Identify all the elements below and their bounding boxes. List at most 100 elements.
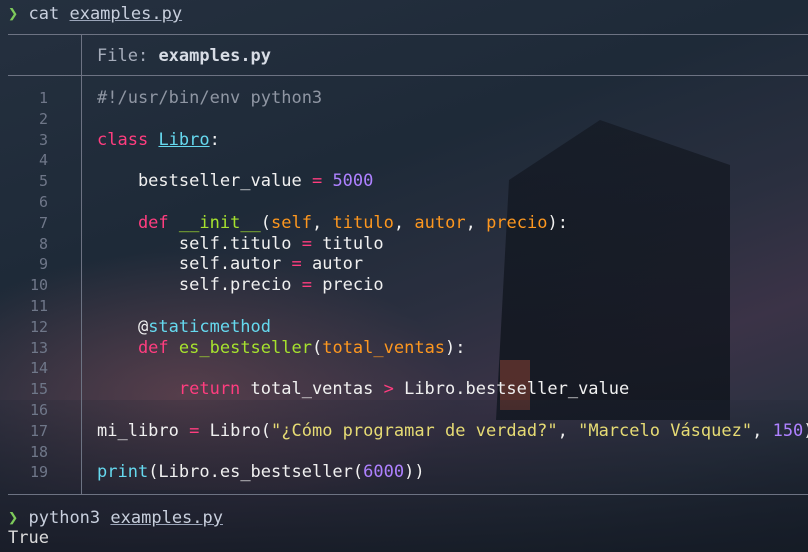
line-number-gutter: 1 2 3 4 5 6 7 8 9 10 11 12 13 14 15 16 1…: [18, 88, 48, 483]
line-number: 6: [38, 192, 48, 211]
keyword: def: [97, 212, 169, 233]
line-number: 1: [38, 89, 48, 107]
identifier: Libro(: [199, 420, 272, 441]
command-name: python3: [28, 508, 101, 528]
line-number: 18: [29, 442, 48, 461]
line-number: 14: [29, 359, 48, 378]
prompt-chevron-icon: ❯: [8, 4, 19, 24]
line-number: 16: [29, 400, 48, 419]
line-number: 15: [29, 380, 48, 399]
operator: =: [189, 420, 200, 441]
parameter: precio: [486, 212, 548, 233]
file-label: File:: [97, 46, 149, 66]
number-literal: 5000: [332, 171, 374, 192]
punctuation: (: [260, 212, 272, 233]
number-literal: 150: [772, 420, 804, 441]
line-number: 2: [38, 109, 48, 128]
code-line-10: self.precio = precio: [97, 275, 808, 296]
decorator-at: @: [97, 316, 149, 337]
punctuation: (: [352, 462, 364, 483]
identifier: es_bestseller: [219, 462, 353, 483]
operator: =: [301, 233, 312, 254]
prompt-chevron-icon: ❯: [8, 508, 19, 528]
identifier: titulo: [311, 233, 384, 254]
punctuation: ):: [547, 212, 568, 233]
code-line-15: return total_ventas > Libro.bestseller_v…: [97, 379, 808, 400]
function-name: es_bestseller: [178, 337, 312, 358]
gutter-divider: [81, 35, 82, 494]
code-line-5: bestseller_value = 5000: [97, 171, 808, 192]
code-line-7: def __init__(self, titulo, autor, precio…: [97, 213, 808, 234]
frame-bottom-border: [8, 494, 808, 495]
code-line-1: #!/usr/bin/env python3: [97, 88, 808, 109]
identifier: self.titulo: [97, 233, 302, 254]
line-number: 5: [38, 172, 48, 191]
frame-top-border: [8, 34, 808, 35]
line-number: 19: [29, 463, 48, 482]
punctuation: ,: [557, 420, 579, 441]
file-header: File: examples.py: [97, 46, 271, 66]
identifier: bestseller_value: [97, 171, 312, 192]
parameter: self: [271, 212, 312, 233]
function-name: __init__: [178, 212, 261, 233]
string-literal: "¿Cómo programar de verdad?": [271, 420, 558, 441]
keyword: return: [97, 379, 241, 400]
identifier: mi_libro: [97, 420, 190, 441]
class-name: Libro: [158, 129, 210, 150]
file-path-link[interactable]: examples.py: [110, 508, 223, 528]
frame-header-divider: [8, 75, 808, 76]
identifier: self.precio: [97, 275, 302, 296]
line-number: 13: [29, 338, 48, 357]
keyword: class: [97, 129, 149, 150]
keyword: def: [97, 337, 169, 358]
identifier: total_ventas: [240, 379, 384, 400]
line-number: 10: [29, 276, 48, 295]
line-number: 3: [38, 130, 48, 149]
punctuation: (: [311, 337, 323, 358]
operator: =: [301, 275, 312, 296]
identifier: autor: [301, 254, 364, 275]
operator: =: [291, 254, 302, 275]
punctuation: ,: [465, 212, 487, 233]
command-output: True: [8, 528, 49, 548]
command-line-cat: ❯ cat examples.py: [8, 4, 182, 24]
line-number: 7: [38, 213, 48, 232]
line-number: 4: [38, 151, 48, 170]
operator: >: [383, 379, 394, 400]
line-number: 12: [29, 317, 48, 336]
line-number: 17: [29, 421, 48, 440]
punctuation: ,: [312, 212, 333, 233]
code-line-19: print(Libro.es_bestseller(6000)): [97, 462, 808, 483]
identifier: Libro.bestseller_value: [393, 379, 630, 400]
code-line-12: @staticmethod: [97, 317, 808, 338]
identifier: self.autor: [97, 254, 292, 275]
file-name: examples.py: [158, 46, 272, 66]
code-line-8: self.titulo = titulo: [97, 234, 808, 255]
decorator-name: staticmethod: [148, 316, 272, 337]
line-number: 11: [29, 296, 48, 315]
punctuation: ): [803, 421, 808, 441]
code-view: #!/usr/bin/env python3 class Libro: best…: [97, 88, 808, 483]
file-path-link[interactable]: examples.py: [69, 4, 182, 24]
identifier: (Libro.: [148, 462, 220, 483]
parameter: titulo: [332, 212, 394, 233]
code-line-13: def es_bestseller(total_ventas):: [97, 338, 808, 359]
identifier: precio: [311, 275, 384, 296]
builtin-function: print: [97, 462, 149, 483]
code-line-9: self.autor = autor: [97, 254, 808, 275]
operator: =: [311, 171, 323, 192]
string-literal: "Marcelo Vásquez": [578, 420, 753, 441]
line-number: 8: [38, 234, 48, 253]
punctuation: :: [209, 129, 220, 150]
parameter: total_ventas: [322, 337, 446, 358]
command-line-python: ❯ python3 examples.py: [8, 508, 223, 528]
punctuation: ,: [752, 420, 773, 441]
punctuation: ):: [445, 337, 466, 358]
command-name: cat: [28, 4, 60, 24]
